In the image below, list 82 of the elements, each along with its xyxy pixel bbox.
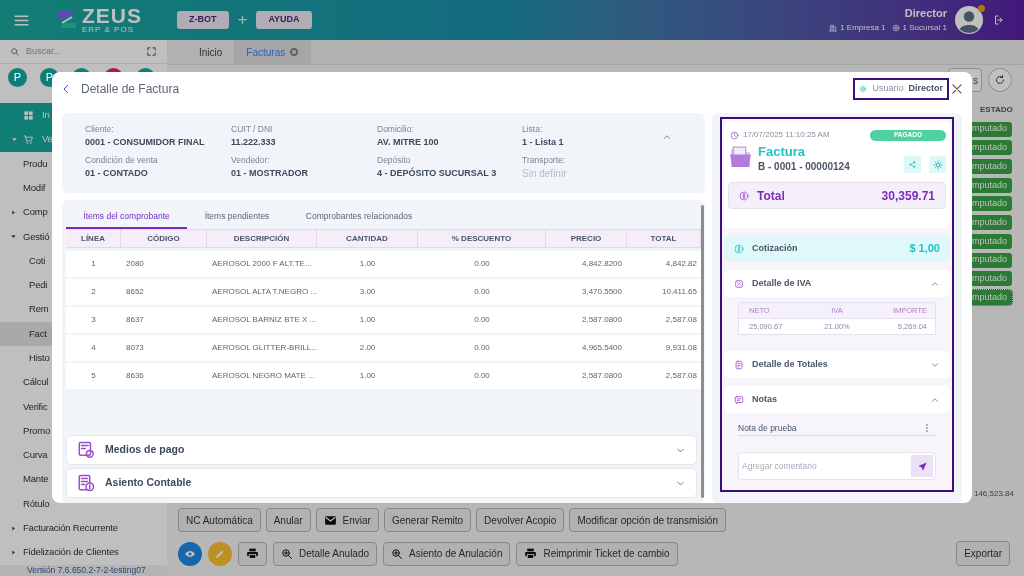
column-header: ESTADO [979,104,1014,116]
table-cell-text: 0.00 [473,258,491,270]
field-value: AV. MITRE 100 [377,136,440,149]
table-cell-text: 3 [90,314,97,326]
table-cell-text: 1.00 [358,314,377,326]
field-label: CUIT / DNI [231,124,274,135]
table-cell-text: 10,411.65 [661,286,698,298]
table-cell-text: 8652 [125,286,145,298]
table-cell-text: 1 [90,258,97,270]
logo-text: ZEUS [82,6,142,25]
section-title: Detalle de IVA [752,276,812,290]
rate-label: Cotización [752,241,798,255]
table-cell-text: 3,470.5500 [580,286,623,298]
table-cell-text: 1.00 [358,370,377,382]
section-title: Detalle de Totales [752,357,828,371]
user-label: Usuario [872,82,904,96]
table-cell-text: 4,842.82 [664,258,698,270]
table-cell-text: 2.00 [358,342,377,354]
column-header: CÓDIGO [121,230,207,247]
field-label: Vendedor: [231,155,271,166]
table-cell-text: 8637 [125,314,145,326]
table-cell-text: 2080 [125,258,145,270]
field-label: Domicilio: [377,124,415,135]
table-cell-text: AEROSOL GLITTER-BRILL... [211,342,317,354]
user-value: Director [908,82,943,96]
field-label: Depósito [377,155,412,166]
accordion-title: Asiento Contable [105,475,192,491]
table-cell-text: 4,842.8200 [580,258,623,270]
table-cell-text: 0.00 [473,370,491,382]
document-type: Factura [758,144,806,160]
field-label: Condición de venta [85,155,159,166]
table-cell-text: 4,965.5400 [580,342,623,354]
table-cell-text: 4 [90,342,97,354]
logo-tagline: ERP & POS [82,25,135,34]
field-label: Transporte: [522,155,567,166]
column-header: DESCRIPCIÓN [207,230,317,247]
table-cell-text: AEROSOL 2000 F ALT.TE... [211,258,313,270]
note-text: Nota de prueba [738,421,797,435]
section-title: Notas [752,392,777,406]
table-cell-text: 2 [90,286,97,298]
document-number: B - 0001 - 00000124 [758,160,850,173]
dialog-title: Detalle de Factura [81,81,180,98]
table-cell-text: AEROSOL NEGRO MATE ... [211,370,316,382]
accordion-title: Medios de pago [105,442,185,458]
field-value: 11.222.333 [231,136,277,149]
column-header: LÍNEA [66,230,121,247]
grand-total: 146,523.84 [973,488,1014,500]
table-cell-text: 0.00 [473,286,491,298]
table-cell-text: 2,587.0800 [580,314,623,326]
column-header: % DESCUENTO [418,230,546,247]
branch-label: 1 Sucursal 1 [902,22,947,34]
table-cell-text: 2,587.0800 [580,370,623,382]
column-header: PRECIO [546,230,627,247]
total-label: Total [757,187,785,205]
table-cell-text: 1.00 [358,258,377,270]
field-value: 1 - Lista 1 [522,136,565,149]
column-header: CANTIDAD [317,230,418,247]
field-value: 0001 - CONSUMIDOR FINAL [85,136,206,149]
table-cell-text: 3.00 [358,286,377,298]
table-cell-text: 0.00 [473,314,491,326]
user-name: Director [904,6,947,20]
table-cell-text: 9,931.08 [664,342,698,354]
table-cell-text: 8073 [125,342,145,354]
field-label: Cliente: [85,124,115,135]
table-cell-text: 8636 [125,370,145,382]
table-cell-text: AEROSOL BARNIZ BTE X ... [211,314,317,326]
table-cell-text: AEROSOL ALTA T.NEGRO ... [211,286,317,298]
table-cell-text: 2,587.08 [664,370,698,382]
field-value: 4 - DEPÓSITO SUCURSAL 3 [377,167,498,180]
total-value: 30,359.71 [881,187,935,205]
company-label: 1 Empresa 1 [840,22,886,34]
version-label: Versión 7.6.650.2-7-2-testing07 [0,565,167,576]
table-cell-text: 2,587.08 [664,314,698,326]
field-value: Sin definir [522,167,568,180]
field-value: 01 - CONTADO [85,167,149,180]
table-cell-text: 0.00 [473,342,491,354]
plus-sign: + [237,9,248,32]
field-label: Lista: [522,124,544,135]
rate-value: $ 1,00 [909,241,940,257]
date-text: 17/07/2025 11:10:25 AM [743,129,830,141]
table-cell-text: 5 [90,370,97,382]
field-value: 01 - MOSTRADOR [231,167,309,180]
